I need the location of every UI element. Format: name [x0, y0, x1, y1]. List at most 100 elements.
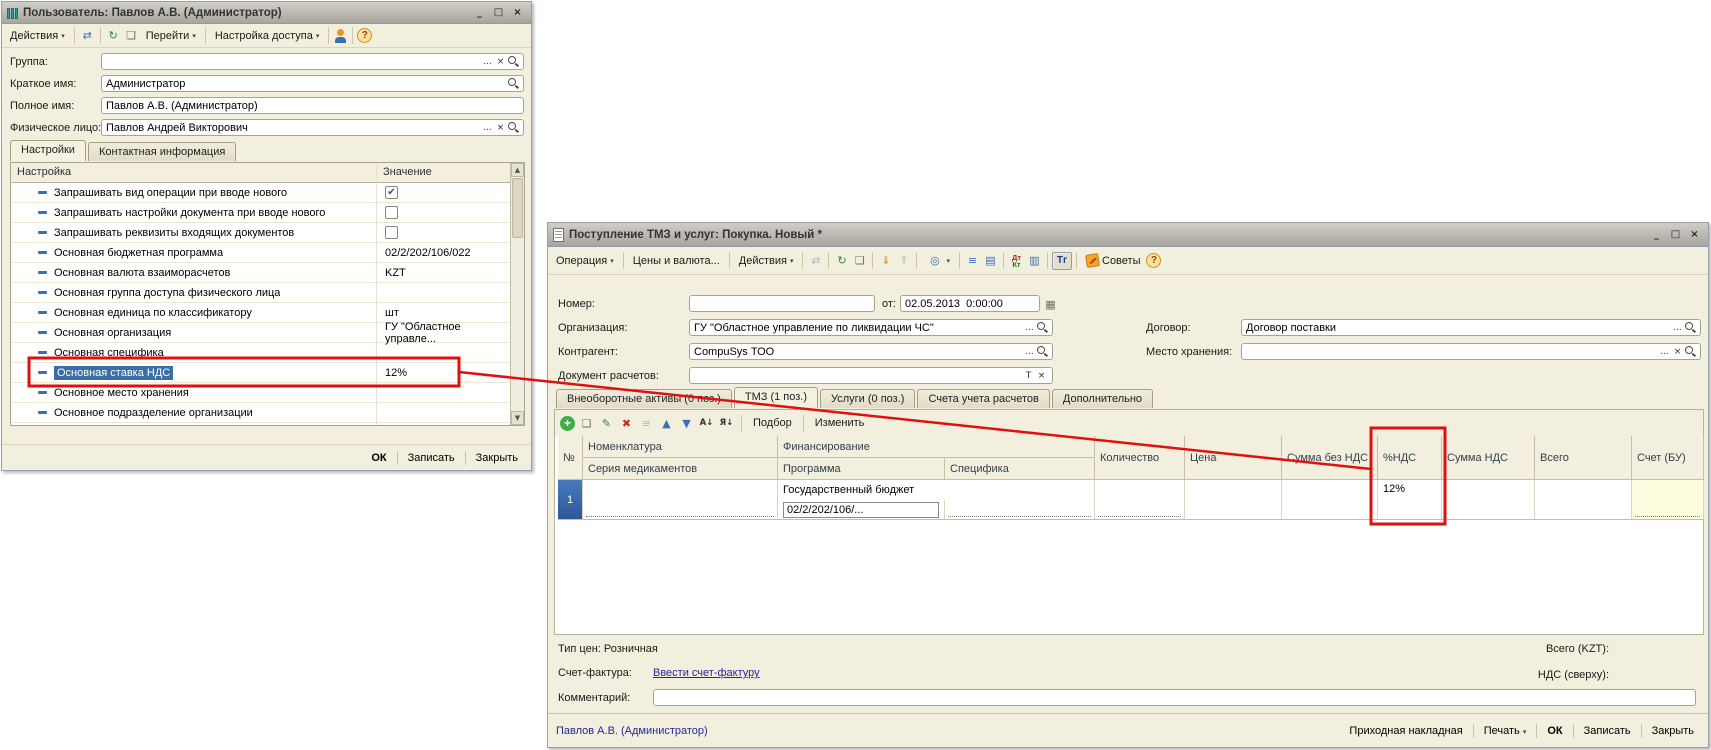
refresh-icon[interactable]: ↻ [105, 28, 122, 44]
table-row[interactable]: Запрашивать реквизиты входящих документо… [11, 223, 510, 243]
calendar-icon[interactable]: ▦ [1042, 296, 1059, 312]
tab-contact-info[interactable]: Контактная информация [88, 142, 236, 161]
counterpar­ty-field[interactable]: CompuSys ТОО ... [689, 343, 1053, 360]
report-icon[interactable]: ▥ [1026, 253, 1043, 269]
column-header-setting[interactable]: Настройка [17, 166, 71, 178]
tab-tmz[interactable]: ТМЗ (1 поз.) [734, 387, 818, 408]
ellipsis-icon[interactable]: ... [481, 121, 494, 134]
column-header-num[interactable]: № [558, 436, 583, 480]
copy-icon[interactable]: ❏ [123, 28, 140, 44]
sort-desc-icon[interactable]: Я↓ [718, 418, 735, 428]
search-icon[interactable] [1036, 345, 1048, 358]
refresh-icon[interactable]: ↻ [833, 253, 850, 269]
table-row[interactable]: Основная организация ГУ "Областное управ… [11, 323, 510, 343]
scroll-down-icon[interactable]: ▼ [511, 411, 524, 425]
close-icon[interactable]: × [1686, 227, 1703, 242]
column-header-quantity[interactable]: Количество [1095, 436, 1185, 480]
full-name-field[interactable]: Павлов А.В. (Администратор) [101, 97, 524, 114]
specifics-cell[interactable] [945, 500, 1095, 519]
add-row-icon[interactable]: + [560, 416, 575, 431]
minimize-icon[interactable]: _ [471, 5, 488, 20]
column-header-series[interactable]: Серия медикаментов [583, 458, 778, 480]
user-icon[interactable] [333, 28, 348, 43]
debit-credit-icon[interactable]: ДтКт [1008, 254, 1025, 268]
user-window-titlebar[interactable]: Пользователь: Павлов А.В. (Администратор… [2, 2, 531, 24]
table-row[interactable]: Основное подразделение организации [11, 403, 510, 423]
program-cell[interactable]: 02/2/202/106/... [778, 500, 945, 519]
table-row-selected[interactable]: Основная ставка НДС 12% [11, 363, 510, 383]
account-cell[interactable] [1632, 480, 1704, 519]
column-header-financing[interactable]: Финансирование [778, 436, 1095, 458]
group-field[interactable]: ... × [101, 53, 524, 70]
help-icon[interactable]: ? [1146, 253, 1161, 268]
tab-fixed-assets[interactable]: Внеоборотные активы (0 поз.) [556, 389, 732, 408]
document-window-titlebar[interactable]: Поступление ТМЗ и услуг: Покупка. Новый … [548, 223, 1708, 247]
search-icon[interactable] [507, 77, 519, 90]
number-field[interactable] [689, 295, 875, 312]
maximize-icon[interactable]: □ [1667, 227, 1684, 242]
vertical-scrollbar[interactable]: ▲ ▼ [510, 163, 524, 425]
scroll-up-icon[interactable]: ▲ [511, 163, 524, 177]
clear-icon[interactable]: × [1035, 369, 1048, 382]
ellipsis-icon[interactable]: ... [1671, 321, 1684, 334]
comment-field[interactable] [653, 689, 1696, 706]
program-edit-cell[interactable]: 02/2/202/106/... [783, 502, 939, 518]
structure-icon[interactable]: ≡ [964, 253, 981, 269]
ok-button[interactable]: ОК [1541, 723, 1568, 739]
search-icon[interactable] [1684, 345, 1696, 358]
copy-row-icon[interactable]: ❏ [578, 415, 595, 431]
minimize-icon[interactable]: _ [1648, 227, 1665, 242]
vat-sum-cell[interactable] [1442, 480, 1535, 519]
table-row[interactable]: Основная специфика [11, 343, 510, 363]
checkbox-unchecked[interactable] [385, 226, 398, 239]
row-number-cell[interactable]: 1 [558, 480, 583, 519]
incoming-invoice-button[interactable]: Приходная накладная [1343, 723, 1468, 739]
settlement-doc-field[interactable]: Т × [689, 367, 1053, 384]
table-row[interactable]: Основная валюта взаиморасчетов KZT [11, 263, 510, 283]
quantity-cell[interactable] [1095, 480, 1185, 519]
prices-currency-button[interactable]: Цены и валюта... [628, 253, 725, 269]
checkbox-unchecked[interactable] [385, 206, 398, 219]
ellipsis-icon[interactable]: ... [1023, 345, 1036, 358]
statusbar-user-link[interactable]: Павлов А.В. (Администратор) [556, 725, 1343, 737]
sort-asc-icon[interactable]: А↓ [698, 418, 715, 428]
ellipsis-icon[interactable]: ... [1023, 321, 1036, 334]
tenge-toggle-button[interactable]: Тг [1052, 252, 1072, 270]
change-button[interactable]: Изменить [810, 415, 870, 431]
storage-field[interactable]: ... × [1241, 343, 1701, 360]
column-header-vat-sum[interactable]: Сумма НДС [1442, 436, 1535, 480]
search-icon[interactable] [507, 121, 519, 134]
checklist-icon[interactable]: ▤ [982, 253, 999, 269]
close-button[interactable]: Закрыть [470, 450, 524, 466]
table-row[interactable]: Запрашивать настройки документа при ввод… [11, 203, 510, 223]
table-row[interactable]: Запрашивать вид операции при вводе новог… [11, 183, 510, 203]
actions-menu-button[interactable]: Действия▾ [5, 28, 70, 44]
post-document-icon[interactable]: ⇓ [877, 253, 894, 269]
clear-icon[interactable]: × [1671, 345, 1684, 358]
column-header-sum-wo-vat[interactable]: Сумма без НДС [1282, 436, 1378, 480]
tab-additional[interactable]: Дополнительно [1052, 389, 1153, 408]
type-icon[interactable]: Т [1022, 369, 1035, 382]
price-cell[interactable] [1185, 480, 1282, 519]
table-row[interactable]: Основная бюджетная программа 02/2/202/10… [11, 243, 510, 263]
checkbox-checked[interactable]: ✔ [385, 186, 398, 199]
table-row[interactable]: Основное место хранения [11, 383, 510, 403]
grid-header[interactable]: № Номенклатура Финансирование Количество… [558, 436, 1704, 480]
tips-button[interactable]: Советы [1081, 252, 1145, 269]
help-icon[interactable]: ? [357, 28, 372, 43]
short-name-field[interactable]: Администратор [101, 75, 524, 92]
move-down-icon[interactable]: ▼ [678, 415, 695, 431]
nomenclature-cell[interactable] [583, 480, 778, 519]
operation-menu-button[interactable]: Операция▾ [551, 253, 619, 269]
pick-button[interactable]: Подбор [748, 415, 797, 431]
column-header-specifics[interactable]: Специфика [945, 458, 1095, 480]
tab-settings[interactable]: Настройки [10, 140, 86, 161]
column-header-price[interactable]: Цена [1185, 436, 1282, 480]
column-header-account[interactable]: Счет (БУ) [1632, 436, 1704, 480]
delete-row-icon[interactable]: ✖ [618, 415, 635, 431]
financing-cell[interactable]: Государственный бюджет [778, 480, 1095, 500]
settings-table-header[interactable]: Настройка Значение [11, 163, 510, 183]
table-row[interactable]: Основная группа доступа физического лица [11, 283, 510, 303]
move-up-icon[interactable]: ▲ [658, 415, 675, 431]
column-header-program[interactable]: Программа [778, 458, 945, 480]
